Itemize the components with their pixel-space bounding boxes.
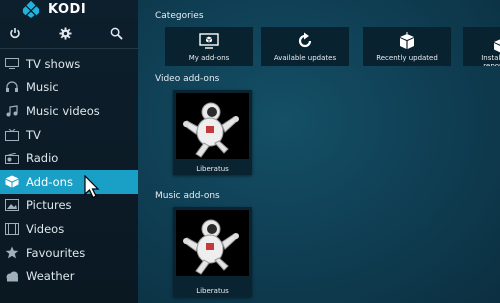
music-video-icon: [2, 103, 22, 119]
category-label: My add-ons: [188, 53, 230, 62]
app-title: KODI: [48, 1, 87, 17]
menu-item-radio[interactable]: Radio: [0, 146, 138, 170]
menu-item-label: Favourites: [26, 245, 86, 260]
mouse-cursor-icon: [84, 175, 100, 199]
category-label: Install from repository: [481, 54, 500, 66]
music-addon-liberatus[interactable]: Liberatus: [173, 207, 252, 297]
film-icon: [2, 221, 22, 237]
download-box-icon: [490, 35, 500, 53]
category-label: Recently updated: [376, 53, 438, 62]
menu-item-label: Pictures: [26, 198, 72, 213]
video-addon-liberatus[interactable]: Liberatus: [173, 90, 252, 175]
radio-icon: [2, 150, 22, 166]
astronaut-thumbnail-icon: [176, 210, 249, 276]
video-add-ons-title: Video add-ons: [155, 74, 220, 84]
astronaut-thumbnail-icon: [176, 93, 249, 159]
category-label: Available updates: [273, 53, 337, 62]
menu-item-pictures[interactable]: Pictures: [0, 194, 138, 218]
menu-item-label: Videos: [26, 221, 65, 236]
categories-title: Categories: [155, 11, 204, 21]
category-recently-updated[interactable]: Recently updated: [363, 27, 451, 66]
refresh-icon: [294, 32, 316, 50]
addon-label: Liberatus: [196, 287, 229, 295]
sidebar-divider: [0, 48, 138, 49]
star-icon: [2, 245, 22, 261]
menu-item-label: Add-ons: [26, 174, 73, 189]
menu-item-videos[interactable]: Videos: [0, 217, 138, 241]
open-box-icon: [396, 31, 418, 50]
category-install-from-repository[interactable]: Install from repository: [463, 27, 500, 66]
menu-item-music-videos[interactable]: Music videos: [0, 99, 138, 123]
top-icon-bar: [0, 24, 138, 44]
menu-item-favourites[interactable]: Favourites: [0, 241, 138, 265]
tv-icon: [2, 56, 22, 72]
sidebar: KODI TV shows Music Music videos TV Radi…: [0, 0, 138, 303]
menu-item-label: Music: [26, 80, 59, 95]
addon-label: Liberatus: [196, 165, 229, 173]
headphones-icon: [2, 79, 22, 95]
menu-item-add-ons[interactable]: Add-ons: [0, 169, 138, 194]
search-icon[interactable]: [107, 24, 125, 42]
category-my-add-ons[interactable]: My add-ons: [165, 27, 253, 66]
picture-icon: [2, 197, 22, 213]
menu-item-label: Music videos: [26, 103, 100, 118]
category-available-updates[interactable]: Available updates: [261, 27, 349, 66]
menu-item-tv-shows[interactable]: TV shows: [0, 52, 138, 76]
menu-item-label: Weather: [26, 269, 75, 284]
menu-item-label: Radio: [26, 151, 59, 166]
tv-screen-icon: [2, 127, 22, 143]
gear-icon[interactable]: [56, 24, 74, 42]
music-add-ons-title: Music add-ons: [155, 191, 220, 201]
kodi-logo-icon: [22, 0, 40, 18]
power-icon[interactable]: [6, 24, 24, 42]
menu-item-weather[interactable]: Weather: [0, 264, 138, 288]
menu-item-label: TV: [26, 127, 41, 142]
addons-content: Categories My add-ons Available updates …: [138, 0, 500, 303]
kodi-logo[interactable]: KODI: [22, 0, 86, 18]
categories-row: My add-ons Available updates Recently up…: [165, 27, 500, 66]
cloud-icon: [2, 268, 22, 284]
main-menu: TV shows Music Music videos TV Radio Add…: [0, 52, 138, 288]
monitor-box-icon: [198, 32, 220, 50]
menu-item-label: TV shows: [26, 56, 81, 71]
box-icon: [2, 174, 22, 190]
menu-item-music[interactable]: Music: [0, 76, 138, 100]
menu-item-tv[interactable]: TV: [0, 123, 138, 147]
